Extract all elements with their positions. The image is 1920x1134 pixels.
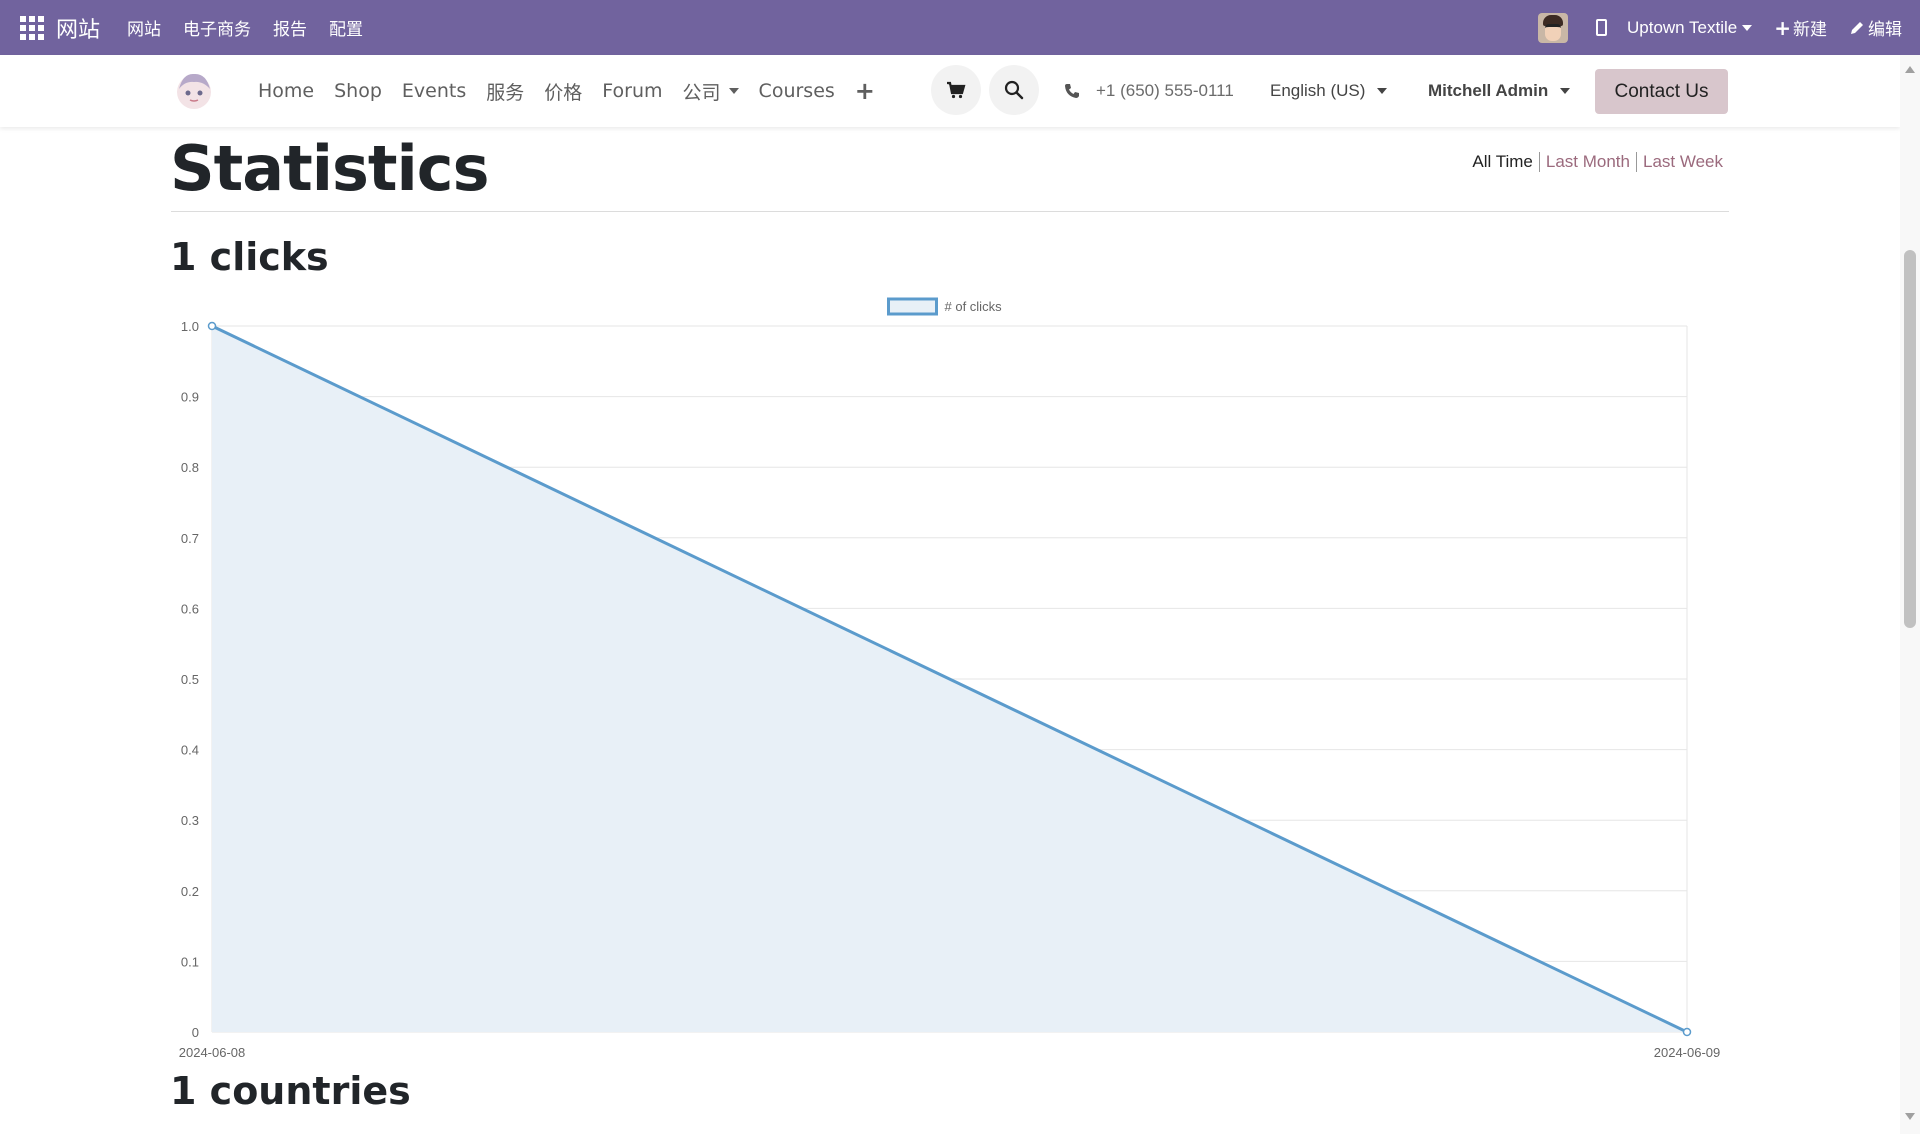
website-header: Home Shop Events 服务 价格 Forum 公司 Courses … [0, 55, 1900, 127]
period-filter: All Time Last Month Last Week [1472, 152, 1723, 172]
nav-shop[interactable]: Shop [324, 80, 392, 102]
y-tick-label: 0.9 [181, 390, 199, 405]
search-button[interactable] [989, 65, 1039, 115]
admin-menu-reporting[interactable]: 报告 [262, 15, 318, 40]
x-tick-label: 2024-06-08 [179, 1045, 246, 1060]
x-tick-label: 2024-06-09 [1654, 1045, 1721, 1060]
admin-menu-website[interactable]: 网站 [116, 15, 172, 40]
cart-button[interactable] [931, 65, 981, 115]
y-tick-label: 0.6 [181, 601, 199, 616]
data-point [207, 321, 217, 331]
phone-icon [1065, 84, 1079, 98]
nav-home[interactable]: Home [248, 80, 324, 102]
title-divider [171, 211, 1729, 212]
nav-forum[interactable]: Forum [592, 80, 672, 102]
apps-menu-icon[interactable] [20, 15, 44, 40]
chevron-down-icon [728, 88, 739, 94]
language-label: English (US) [1270, 81, 1366, 100]
edit-button[interactable]: 编辑 [1849, 15, 1902, 40]
app-brand[interactable]: 网站 [56, 12, 100, 44]
phone-number: +1 (650) 555-0111 [1096, 81, 1234, 100]
y-tick-label: 0.4 [181, 743, 199, 758]
new-button[interactable]: + 新建 [1774, 15, 1827, 41]
admin-menu-configuration[interactable]: 配置 [318, 15, 374, 40]
mobile-preview-icon[interactable] [1595, 19, 1607, 36]
search-icon [1004, 80, 1024, 100]
y-tick-label: 0.8 [181, 460, 199, 475]
nav-pricing[interactable]: 价格 [534, 78, 592, 105]
data-point [1682, 1027, 1692, 1037]
nav-company-label: 公司 [682, 81, 721, 104]
nav-events[interactable]: Events [392, 80, 476, 102]
y-tick-label: 0.1 [181, 954, 199, 969]
filter-last-week[interactable]: Last Week [1643, 152, 1723, 172]
scroll-down-arrow-icon[interactable] [1905, 1113, 1915, 1120]
y-tick-label: 0 [192, 1025, 199, 1040]
legend-swatch [887, 297, 938, 316]
cart-icon [947, 81, 966, 99]
y-tick-label: 0.7 [181, 531, 199, 546]
scrollbar-thumb[interactable] [1904, 250, 1916, 628]
chevron-down-icon [1377, 88, 1388, 94]
pencil-icon [1851, 21, 1863, 34]
website-switcher[interactable]: Uptown Textile [1626, 17, 1753, 38]
chevron-down-icon [1560, 88, 1571, 94]
y-tick-label: 0.3 [181, 813, 199, 828]
nav-courses[interactable]: Courses [749, 80, 845, 102]
user-menu[interactable]: Mitchell Admin [1428, 55, 1571, 127]
edit-button-label: 编辑 [1868, 20, 1902, 40]
admin-menu: 网站 电子商务 报告 配置 [116, 15, 374, 40]
filter-last-month[interactable]: Last Month [1546, 152, 1630, 172]
admin-navbar: 网站 网站 电子商务 报告 配置 Uptown Textile + 新建 编辑 [0, 0, 1920, 55]
user-avatar[interactable] [1537, 12, 1568, 43]
website-switcher-label: Uptown Textile [1626, 17, 1738, 37]
y-tick-label: 1.0 [181, 319, 199, 334]
clicks-heading: 1 clicks [170, 235, 329, 279]
phone-contact[interactable]: +1 (650) 555-0111 [1064, 55, 1234, 127]
main-nav: Home Shop Events 服务 价格 Forum 公司 Courses … [248, 55, 885, 127]
user-name: Mitchell Admin [1428, 81, 1549, 100]
site-logo[interactable] [173, 69, 215, 111]
add-menu-item-icon[interactable]: + [845, 77, 885, 105]
y-tick-label: 0.2 [181, 884, 199, 899]
countries-heading: 1 countries [170, 1069, 411, 1113]
chevron-down-icon [1742, 24, 1753, 31]
series-line [211, 324, 1688, 1034]
nav-services[interactable]: 服务 [476, 78, 534, 105]
plus-icon: + [1774, 15, 1791, 40]
language-selector[interactable]: English (US) [1270, 55, 1388, 127]
scroll-up-arrow-icon[interactable] [1905, 66, 1915, 73]
filter-divider [1538, 152, 1540, 172]
y-tick-label: 0.5 [181, 672, 199, 687]
nav-company-dropdown[interactable]: 公司 [673, 78, 749, 105]
filter-all-time[interactable]: All Time [1472, 152, 1532, 172]
page-title: Statistics [170, 132, 489, 205]
admin-bar-actions: Uptown Textile + 新建 编辑 [1537, 0, 1920, 55]
contact-us-button[interactable]: Contact Us [1595, 69, 1728, 114]
series-area [212, 326, 1687, 1032]
admin-menu-ecommerce[interactable]: 电子商务 [172, 15, 262, 40]
legend-label: # of clicks [945, 299, 1003, 314]
new-button-label: 新建 [1793, 20, 1827, 40]
filter-divider [1635, 152, 1637, 172]
